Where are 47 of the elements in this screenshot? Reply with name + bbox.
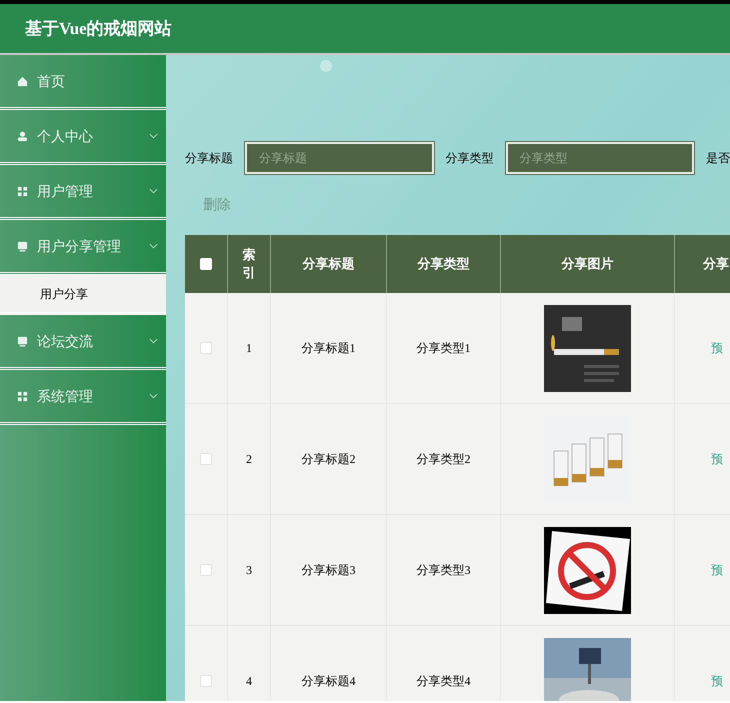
sidebar-item[interactable]: 用户分享管理 [0, 220, 166, 275]
field-label: 分享标题 [185, 150, 233, 167]
row-checkbox[interactable] [200, 564, 212, 576]
grid-icon [17, 186, 28, 196]
row-checkbox[interactable] [200, 453, 212, 465]
sidebar-item[interactable]: 系统管理 [0, 370, 166, 425]
table-cell-text: 4 [246, 673, 252, 690]
column-header: 索引 [242, 246, 256, 282]
table-cell-text: 2 [246, 451, 252, 468]
table-cell-text: 分享类型1 [416, 340, 470, 357]
header-checkbox[interactable] [200, 258, 212, 270]
light-spot [320, 60, 332, 72]
field-label: 分享类型 [446, 150, 494, 167]
site-title: 基于Vue的戒烟网站 [25, 18, 172, 40]
table-cell-text: 分享标题2 [302, 451, 356, 468]
row-checkbox[interactable] [200, 342, 212, 354]
row-checkbox[interactable] [200, 675, 212, 687]
monitor-icon [17, 240, 28, 252]
column-header: 分享类型 [418, 255, 470, 273]
preview-link[interactable]: 预 [711, 339, 723, 357]
column-header: 分享标题 [302, 255, 354, 273]
delete-button[interactable]: 删除 [193, 188, 241, 221]
grid-icon [17, 390, 28, 402]
preview-link[interactable]: 预 [711, 450, 723, 468]
preview-link[interactable]: 预 [711, 672, 723, 690]
preview-link[interactable]: 预 [711, 561, 723, 579]
search-field[interactable]: 分享标题 [245, 142, 434, 174]
table-cell-text: 分享类型4 [416, 673, 470, 690]
table-cell-text: 分享标题4 [302, 673, 356, 690]
submenu-item[interactable]: 用户分享 [0, 275, 166, 315]
monitor-icon [17, 336, 28, 346]
table-cell-text: 分享类型2 [416, 451, 470, 468]
home-icon [17, 76, 28, 86]
sidebar-item[interactable]: 首页 [0, 55, 166, 110]
table-cell-text: 分享标题1 [302, 340, 356, 357]
table-cell-text: 分享标题3 [302, 562, 356, 579]
sidebar-item[interactable]: 用户管理 [0, 165, 166, 220]
column-header: 分享 [703, 255, 729, 273]
table-cell-text: 1 [246, 340, 252, 357]
sidebar-item[interactable]: 论坛交流 [0, 315, 166, 370]
column-header: 分享图片 [562, 255, 614, 273]
table-cell-text: 分享类型3 [416, 562, 470, 579]
search-field[interactable]: 分享类型 [506, 142, 694, 174]
sidebar-item[interactable]: 个人中心 [0, 110, 166, 165]
user-icon [17, 130, 28, 142]
field-label: 是否 [706, 150, 730, 167]
table-cell-text: 3 [246, 562, 252, 579]
